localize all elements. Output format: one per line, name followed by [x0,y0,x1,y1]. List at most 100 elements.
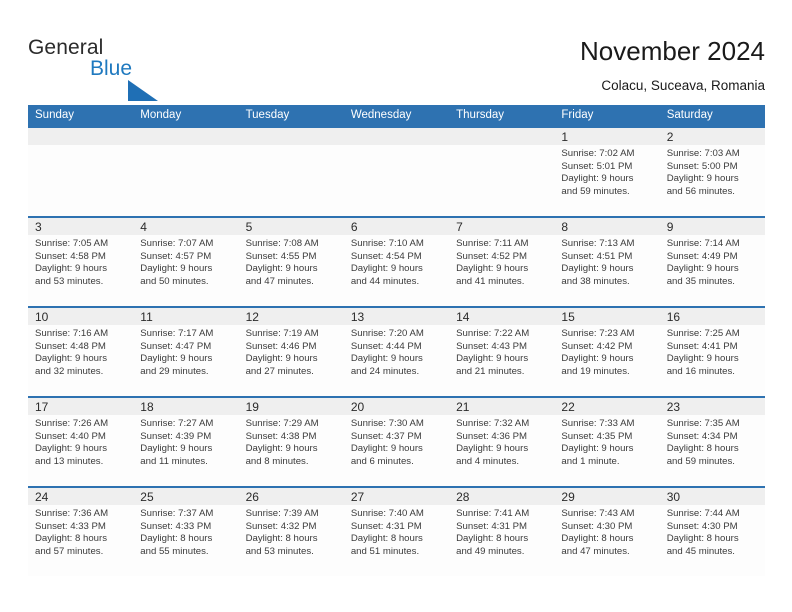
calendar-day-cell[interactable]: 4 Sunrise: 7:07 AM Sunset: 4:57 PM Daylight… [133,218,239,306]
day-number: 27 [350,490,365,504]
calendar-day-cell[interactable]: 18 Sunrise: 7:27 AM Sunset: 4:39 PM Dayligh… [133,398,239,486]
calendar-week-row: 1 Sunrise: 7:02 AM Sunset: 5:01 PM Daylight… [28,126,765,216]
day-number: 8 [561,220,569,234]
calendar-day-cell[interactable]: 29 Sunrise: 7:43 AM Sunset: 4:30 PM Dayligh… [554,488,660,576]
day-detail-body: Sunrise: 7:05 AM Sunset: 4:58 PM Daylight:… [28,235,133,288]
sunrise-text: Sunrise: 7:23 AM [561,328,635,339]
calendar-day-cell[interactable]: 20 Sunrise: 7:30 AM Sunset: 4:37 PM Dayligh… [343,398,450,486]
calendar-day-cell[interactable]: 16 Sunrise: 7:25 AM Sunset: 4:41 PM Dayligh… [659,308,765,396]
daylight-text-line1: Daylight: 9 hours [456,443,529,455]
day-detail-body: Sunrise: 7:23 AM Sunset: 4:42 PM Daylight:… [554,325,659,378]
daylight-text-line2: and 8 minutes. [245,455,309,467]
day-number-band: 6 [343,218,450,235]
daylight-text-line2: and 11 minutes. [140,455,208,467]
day-number-band: 20 [343,398,450,415]
daylight-text-line1: Daylight: 8 hours [350,533,423,545]
day-number: 18 [140,400,154,414]
daylight-text-line1: Daylight: 9 hours [35,443,107,455]
sunrise-text: Sunrise: 7:37 AM [140,508,214,519]
page-title: November 2024 [580,36,765,66]
calendar-page: General Blue November 2024 Colacu, Sucea… [0,0,792,612]
daylight-text-line1: Daylight: 8 hours [666,443,739,455]
calendar-day-cell[interactable]: 23 Sunrise: 7:35 AM Sunset: 4:34 PM Dayligh… [659,398,765,486]
sunrise-text: Sunrise: 7:07 AM [140,238,214,249]
calendar-grid: Sunday Monday Tuesday Wednesday Thursday… [28,105,765,576]
calendar-day-cell[interactable]: 3 Sunrise: 7:05 AM Sunset: 4:58 PM Daylight… [28,218,134,306]
day-detail-body: Sunrise: 7:19 AM Sunset: 4:46 PM Daylight:… [239,325,344,378]
day-detail-body: Sunrise: 7:10 AM Sunset: 4:54 PM Daylight:… [344,235,449,288]
day-number-band: 17 [28,398,134,415]
sunset-text: Sunset: 4:38 PM [245,430,317,442]
calendar-day-cell-empty [449,128,555,216]
day-detail-body: Sunrise: 7:26 AM Sunset: 4:40 PM Daylight:… [28,415,133,468]
calendar-day-cell[interactable]: 22 Sunrise: 7:33 AM Sunset: 4:35 PM Dayligh… [554,398,660,486]
daylight-text-line1: Daylight: 9 hours [561,443,634,455]
calendar-day-cell[interactable]: 9 Sunrise: 7:14 AM Sunset: 4:49 PM Daylight… [659,218,765,306]
day-number-band: 15 [554,308,660,325]
calendar-week-row: 3 Sunrise: 7:05 AM Sunset: 4:58 PM Daylight… [28,216,765,306]
day-detail-body: Sunrise: 7:22 AM Sunset: 4:43 PM Daylight:… [449,325,554,378]
day-detail-body: Sunrise: 7:36 AM Sunset: 4:33 PM Daylight:… [28,505,133,558]
sunset-text: Sunset: 4:37 PM [350,430,422,442]
day-number: 5 [245,220,253,234]
day-number-band: 3 [28,218,134,235]
calendar-day-cell[interactable]: 13 Sunrise: 7:20 AM Sunset: 4:44 PM Dayligh… [343,308,450,396]
daylight-text-line1: Daylight: 8 hours [666,533,739,545]
day-number: 11 [140,310,153,324]
sunset-text: Sunset: 4:58 PM [35,250,106,262]
calendar-day-cell-empty [133,128,239,216]
brand-logo[interactable]: General Blue [28,36,208,101]
calendar-day-cell[interactable]: 26 Sunrise: 7:39 AM Sunset: 4:32 PM Dayligh… [238,488,344,576]
calendar-day-cell[interactable]: 6 Sunrise: 7:10 AM Sunset: 4:54 PM Daylight… [343,218,450,306]
day-number-band: 14 [449,308,555,325]
calendar-day-cell[interactable]: 30 Sunrise: 7:44 AM Sunset: 4:30 PM Dayligh… [659,488,765,576]
sunrise-text: Sunrise: 7:17 AM [140,328,214,339]
day-number: 16 [666,310,681,324]
day-detail-body: Sunrise: 7:20 AM Sunset: 4:44 PM Daylight:… [344,325,449,378]
calendar-day-cell[interactable]: 11 Sunrise: 7:17 AM Sunset: 4:47 PM Dayligh… [133,308,239,396]
calendar-day-cell[interactable]: 28 Sunrise: 7:41 AM Sunset: 4:31 PM Dayligh… [449,488,555,576]
day-number-band: 26 [238,488,344,505]
day-number-band: 16 [659,308,765,325]
day-detail-body: Sunrise: 7:11 AM Sunset: 4:52 PM Daylight:… [449,235,554,288]
calendar-day-cell[interactable]: 5 Sunrise: 7:08 AM Sunset: 4:55 PM Daylight… [238,218,344,306]
sunrise-text: Sunrise: 7:14 AM [666,238,740,249]
day-detail-body: Sunrise: 7:17 AM Sunset: 4:47 PM Daylight:… [133,325,238,378]
daylight-text-line1: Daylight: 8 hours [245,533,318,545]
day-detail-body: Sunrise: 7:33 AM Sunset: 4:35 PM Daylight:… [554,415,659,468]
day-header-sunday: Sunday [35,109,75,121]
calendar-day-cell[interactable]: 17 Sunrise: 7:26 AM Sunset: 4:40 PM Dayligh… [28,398,134,486]
day-detail-body: Sunrise: 7:35 AM Sunset: 4:34 PM Daylight:… [660,415,765,468]
daylight-text-line2: and 1 minute. [561,455,620,467]
sunset-text: Sunset: 4:39 PM [140,430,212,442]
day-detail-body: Sunrise: 7:32 AM Sunset: 4:36 PM Daylight:… [449,415,554,468]
daylight-text-line1: Daylight: 9 hours [140,443,213,455]
calendar-day-cell[interactable]: 27 Sunrise: 7:40 AM Sunset: 4:31 PM Dayligh… [343,488,450,576]
calendar-day-cell[interactable]: 8 Sunrise: 7:13 AM Sunset: 4:51 PM Daylight… [554,218,660,306]
calendar-day-cell[interactable]: 25 Sunrise: 7:37 AM Sunset: 4:33 PM Dayligh… [133,488,239,576]
calendar-day-cell[interactable]: 21 Sunrise: 7:32 AM Sunset: 4:36 PM Dayligh… [449,398,555,486]
calendar-day-cell[interactable]: 24 Sunrise: 7:36 AM Sunset: 4:33 PM Dayligh… [28,488,134,576]
calendar-day-cell[interactable]: 14 Sunrise: 7:22 AM Sunset: 4:43 PM Dayligh… [449,308,555,396]
sunset-text: Sunset: 4:57 PM [140,250,212,262]
sunrise-text: Sunrise: 7:33 AM [561,418,635,429]
calendar-day-cell[interactable]: 7 Sunrise: 7:11 AM Sunset: 4:52 PM Daylight… [449,218,555,306]
day-detail-body: Sunrise: 7:39 AM Sunset: 4:32 PM Daylight:… [239,505,344,558]
sunset-text: Sunset: 4:54 PM [350,250,422,262]
day-number-band: 2 [659,128,765,145]
sunset-text: Sunset: 4:48 PM [35,340,106,352]
day-number: 13 [350,310,365,324]
daylight-text-line2: and 56 minutes. [666,185,735,197]
day-number: 23 [666,400,681,414]
calendar-day-cell[interactable]: 1 Sunrise: 7:02 AM Sunset: 5:01 PM Daylight… [554,128,660,216]
day-of-week-header-row: Sunday Monday Tuesday Wednesday Thursday… [28,105,765,126]
daylight-text-line1: Daylight: 8 hours [35,533,107,545]
calendar-day-cell[interactable]: 15 Sunrise: 7:23 AM Sunset: 4:42 PM Dayligh… [554,308,660,396]
calendar-day-cell[interactable]: 12 Sunrise: 7:19 AM Sunset: 4:46 PM Dayligh… [238,308,344,396]
calendar-day-cell[interactable]: 2 Sunrise: 7:03 AM Sunset: 5:00 PM Daylight… [659,128,765,216]
sunset-text: Sunset: 4:34 PM [666,430,738,442]
day-number: 3 [35,220,42,234]
calendar-day-cell[interactable]: 19 Sunrise: 7:29 AM Sunset: 4:38 PM Dayligh… [238,398,344,486]
calendar-day-cell[interactable]: 10 Sunrise: 7:16 AM Sunset: 4:48 PM Dayligh… [28,308,134,396]
sunset-text: Sunset: 4:55 PM [245,250,317,262]
